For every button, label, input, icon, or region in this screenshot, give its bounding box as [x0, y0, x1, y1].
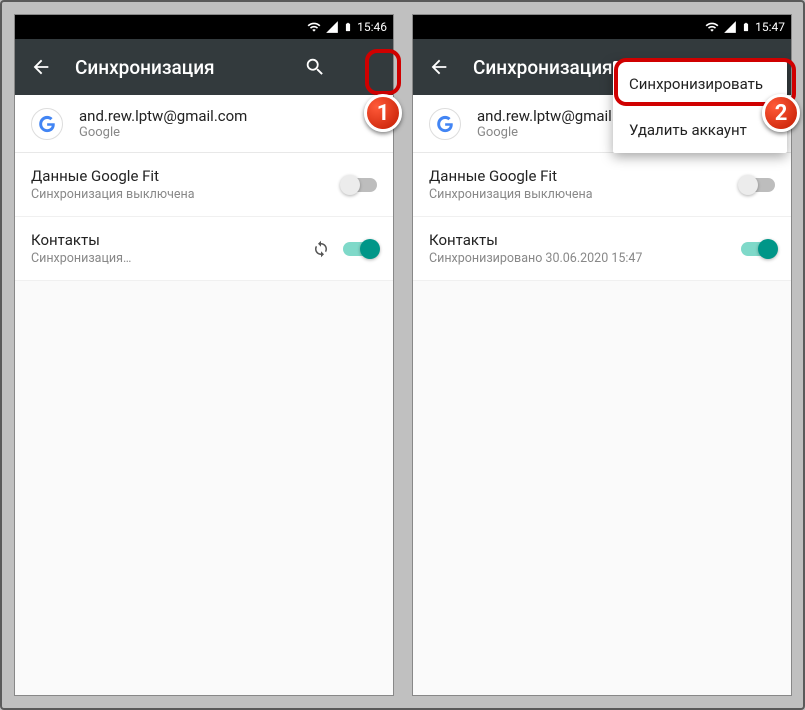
- app-bar: Синхронизация: [15, 39, 393, 95]
- sync-item-title: Данные Google Fit: [31, 167, 331, 185]
- back-button[interactable]: [23, 49, 59, 85]
- account-provider: Google: [79, 125, 247, 140]
- arrow-back-icon: [428, 56, 450, 78]
- wifi-icon: [705, 20, 719, 34]
- sync-item-contacts[interactable]: Контакты Синхронизировано 30.06.2020 15:…: [413, 217, 791, 281]
- arrow-back-icon: [30, 56, 52, 78]
- tutorial-frame: 15:46 Синхронизация and.rew.lptw@gmail.c…: [0, 0, 805, 710]
- toggle-switch[interactable]: [343, 242, 377, 256]
- toggle-switch[interactable]: [741, 242, 775, 256]
- signal-icon: [325, 20, 339, 34]
- sync-item-google-fit[interactable]: Данные Google Fit Синхронизация выключен…: [15, 153, 393, 217]
- battery-icon: [343, 20, 353, 34]
- menu-sync-now[interactable]: Синхронизировать: [613, 61, 787, 107]
- sync-item-subtitle: Синхронизация…: [31, 251, 299, 266]
- sync-item-title: Данные Google Fit: [429, 167, 729, 185]
- overflow-menu-button[interactable]: [349, 49, 385, 85]
- sync-progress-icon: [311, 239, 331, 259]
- back-button[interactable]: [421, 49, 457, 85]
- status-time: 15:47: [755, 20, 785, 34]
- account-row[interactable]: and.rew.lptw@gmail.com Google: [15, 95, 393, 153]
- google-logo-icon: [429, 108, 461, 140]
- battery-icon: [741, 20, 751, 34]
- wifi-icon: [307, 20, 321, 34]
- sync-item-subtitle: Синхронизировано 30.06.2020 15:47: [429, 251, 729, 266]
- more-vert-icon: [356, 56, 378, 78]
- sync-item-subtitle: Синхронизация выключена: [31, 187, 331, 202]
- sync-item-title: Контакты: [429, 231, 729, 249]
- overflow-popup-menu: Синхронизировать Удалить аккаунт: [613, 61, 787, 153]
- status-bar: 15:47: [413, 15, 791, 39]
- status-time: 15:46: [357, 20, 387, 34]
- google-logo-icon: [31, 108, 63, 140]
- signal-icon: [723, 20, 737, 34]
- search-button[interactable]: [297, 49, 333, 85]
- page-title: Синхронизация: [75, 56, 281, 79]
- status-bar: 15:46: [15, 15, 393, 39]
- phone-right: 15:47 Синхронизация and.rew.lptw@gmail.c…: [412, 14, 792, 696]
- account-texts: and.rew.lptw@gmail.com Google: [79, 107, 247, 140]
- toggle-switch[interactable]: [343, 178, 377, 192]
- phone-left: 15:46 Синхронизация and.rew.lptw@gmail.c…: [14, 14, 394, 696]
- search-icon: [304, 56, 326, 78]
- sync-item-google-fit[interactable]: Данные Google Fit Синхронизация выключен…: [413, 153, 791, 217]
- menu-delete-account[interactable]: Удалить аккаунт: [613, 107, 787, 153]
- toggle-switch[interactable]: [741, 178, 775, 192]
- sync-item-subtitle: Синхронизация выключена: [429, 187, 729, 202]
- sync-item-contacts[interactable]: Контакты Синхронизация…: [15, 217, 393, 281]
- account-email: and.rew.lptw@gmail.com: [79, 107, 247, 125]
- sync-item-title: Контакты: [31, 231, 299, 249]
